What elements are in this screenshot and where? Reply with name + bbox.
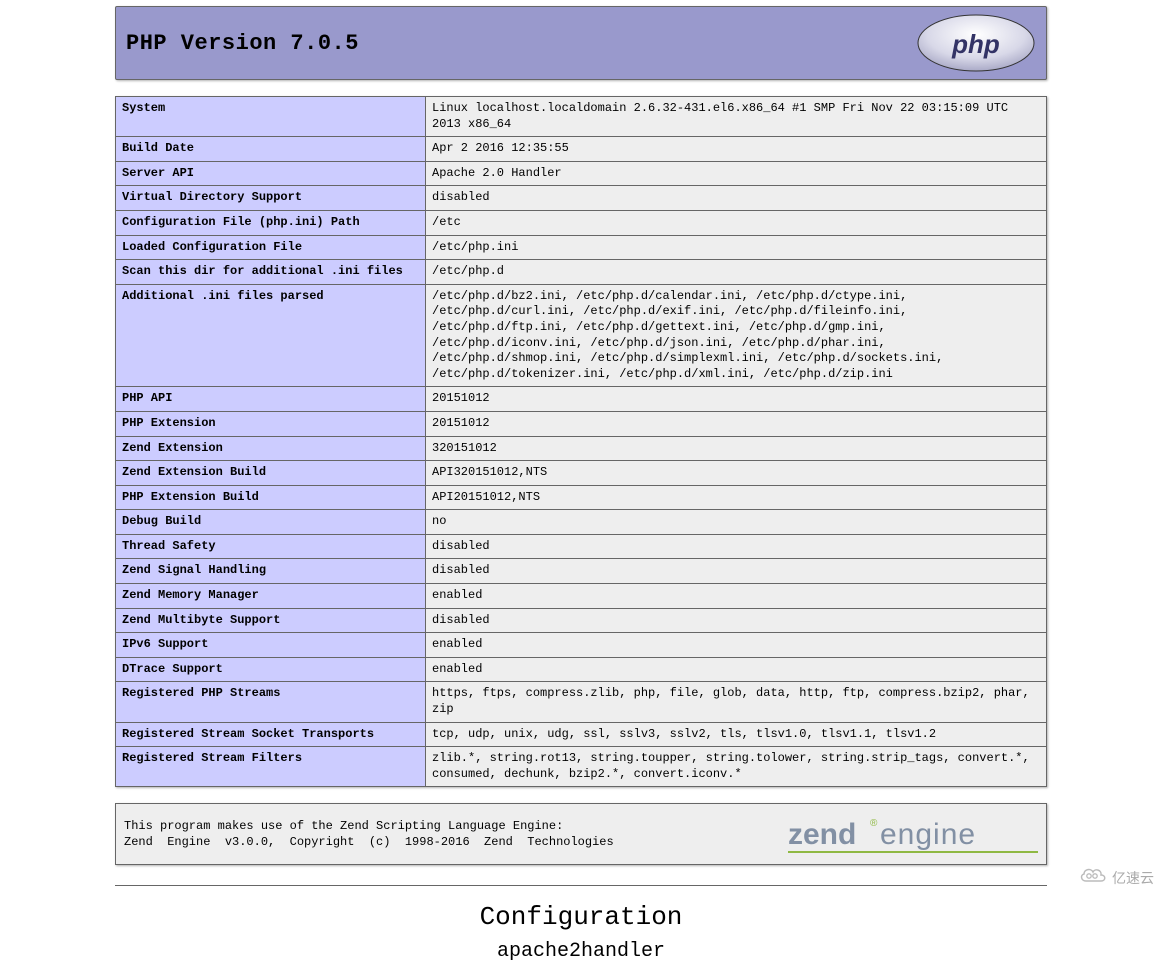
table-row: Zend Extension BuildAPI320151012,NTS xyxy=(116,461,1047,486)
table-row: Registered PHP Streamshttps, ftps, compr… xyxy=(116,682,1047,722)
info-key: Zend Extension xyxy=(116,436,426,461)
table-row: Zend Extension320151012 xyxy=(116,436,1047,461)
info-key: Build Date xyxy=(116,137,426,162)
info-value: enabled xyxy=(426,657,1047,682)
info-key: System xyxy=(116,97,426,137)
table-row: Build DateApr 2 2016 12:35:55 xyxy=(116,137,1047,162)
php-info-table: SystemLinux localhost.localdomain 2.6.32… xyxy=(115,96,1047,787)
info-key: Zend Multibyte Support xyxy=(116,608,426,633)
info-key: Configuration File (php.ini) Path xyxy=(116,210,426,235)
info-value: 20151012 xyxy=(426,387,1047,412)
info-key: IPv6 Support xyxy=(116,633,426,658)
table-row: IPv6 Supportenabled xyxy=(116,633,1047,658)
info-key: Debug Build xyxy=(116,510,426,535)
table-row: Zend Signal Handlingdisabled xyxy=(116,559,1047,584)
svg-text:php: php xyxy=(951,29,1000,59)
svg-text:engine: engine xyxy=(880,818,976,851)
info-value: disabled xyxy=(426,534,1047,559)
table-row: Configuration File (php.ini) Path/etc xyxy=(116,210,1047,235)
info-key: Zend Extension Build xyxy=(116,461,426,486)
info-value: enabled xyxy=(426,584,1047,609)
info-value: enabled xyxy=(426,633,1047,658)
info-value: API20151012,NTS xyxy=(426,485,1047,510)
info-value: Apr 2 2016 12:35:55 xyxy=(426,137,1047,162)
info-key: Zend Memory Manager xyxy=(116,584,426,609)
info-value: /etc/php.ini xyxy=(426,235,1047,260)
module-heading: apache2handler xyxy=(115,940,1047,963)
table-row: SystemLinux localhost.localdomain 2.6.32… xyxy=(116,97,1047,137)
info-value: no xyxy=(426,510,1047,535)
info-key: PHP Extension Build xyxy=(116,485,426,510)
table-row: PHP Extension BuildAPI20151012,NTS xyxy=(116,485,1047,510)
table-row: PHP Extension20151012 xyxy=(116,411,1047,436)
info-value: 20151012 xyxy=(426,411,1047,436)
table-row: Scan this dir for additional .ini files/… xyxy=(116,260,1047,285)
info-value: disabled xyxy=(426,608,1047,633)
watermark: 亿速云 xyxy=(1078,863,1154,892)
info-key: Registered Stream Filters xyxy=(116,747,426,787)
table-row: Server APIApache 2.0 Handler xyxy=(116,161,1047,186)
watermark-text: 亿速云 xyxy=(1112,868,1154,888)
separator xyxy=(115,885,1047,886)
zend-engine-box: This program makes use of the Zend Scrip… xyxy=(115,803,1047,865)
info-value: 320151012 xyxy=(426,436,1047,461)
info-key: Registered Stream Socket Transports xyxy=(116,722,426,747)
table-row: Additional .ini files parsed/etc/php.d/b… xyxy=(116,284,1047,387)
configuration-heading: Configuration xyxy=(115,902,1047,932)
info-key: PHP API xyxy=(116,387,426,412)
table-row: Zend Memory Managerenabled xyxy=(116,584,1047,609)
svg-text:zend: zend xyxy=(788,818,856,851)
info-key: PHP Extension xyxy=(116,411,426,436)
info-key: Scan this dir for additional .ini files xyxy=(116,260,426,285)
table-row: Virtual Directory Supportdisabled xyxy=(116,186,1047,211)
php-header: PHP Version 7.0.5 php xyxy=(115,6,1047,80)
info-key: Virtual Directory Support xyxy=(116,186,426,211)
info-value: Linux localhost.localdomain 2.6.32-431.e… xyxy=(426,97,1047,137)
info-value: tcp, udp, unix, udg, ssl, sslv3, sslv2, … xyxy=(426,722,1047,747)
table-row: Registered Stream Filterszlib.*, string.… xyxy=(116,747,1047,787)
info-key: Thread Safety xyxy=(116,534,426,559)
info-value: API320151012,NTS xyxy=(426,461,1047,486)
info-value: https, ftps, compress.zlib, php, file, g… xyxy=(426,682,1047,722)
zend-text: This program makes use of the Zend Scrip… xyxy=(124,818,614,852)
info-value: /etc xyxy=(426,210,1047,235)
info-value: disabled xyxy=(426,559,1047,584)
table-row: Registered Stream Socket Transportstcp, … xyxy=(116,722,1047,747)
page-title: PHP Version 7.0.5 xyxy=(126,31,359,56)
info-key: Zend Signal Handling xyxy=(116,559,426,584)
info-key: Server API xyxy=(116,161,426,186)
svg-text:®: ® xyxy=(870,818,878,829)
zend-engine-logo-icon: zend ® engine xyxy=(788,812,1038,856)
cloud-icon xyxy=(1078,863,1108,892)
info-value: Apache 2.0 Handler xyxy=(426,161,1047,186)
table-row: Thread Safetydisabled xyxy=(116,534,1047,559)
php-logo-icon: php xyxy=(916,13,1036,73)
table-row: PHP API20151012 xyxy=(116,387,1047,412)
table-row: DTrace Supportenabled xyxy=(116,657,1047,682)
info-key: DTrace Support xyxy=(116,657,426,682)
info-key: Additional .ini files parsed xyxy=(116,284,426,387)
table-row: Zend Multibyte Supportdisabled xyxy=(116,608,1047,633)
table-row: Loaded Configuration File/etc/php.ini xyxy=(116,235,1047,260)
info-key: Loaded Configuration File xyxy=(116,235,426,260)
info-value: disabled xyxy=(426,186,1047,211)
info-value: zlib.*, string.rot13, string.toupper, st… xyxy=(426,747,1047,787)
info-value: /etc/php.d xyxy=(426,260,1047,285)
info-key: Registered PHP Streams xyxy=(116,682,426,722)
table-row: Debug Buildno xyxy=(116,510,1047,535)
info-value: /etc/php.d/bz2.ini, /etc/php.d/calendar.… xyxy=(426,284,1047,387)
